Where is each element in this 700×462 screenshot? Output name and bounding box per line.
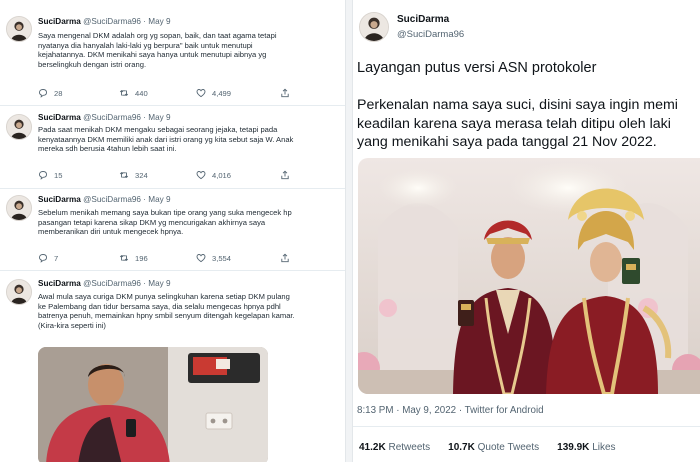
- thread-tweet-3[interactable]: SuciDarma @SuciDarma96 · May 9 Sebelum m…: [0, 189, 345, 271]
- avatar[interactable]: [6, 114, 32, 140]
- text-line: Pada saat menikah DKM mengaku sebagai se…: [38, 125, 278, 134]
- reply-count: 28: [54, 88, 63, 98]
- retweet-icon: [119, 89, 129, 97]
- like-count: 3,554: [212, 253, 232, 263]
- text-line: (Kira-kira seperti ini): [38, 320, 106, 330]
- retweet-button[interactable]: 324: [119, 170, 148, 180]
- tweet-text: Perkenalan nama saya suci, disini saya i…: [357, 96, 700, 152]
- divider: [353, 426, 700, 427]
- retweets-count: 41.2K: [359, 442, 386, 453]
- retweets-label: Retweets: [388, 442, 431, 453]
- tweet-text: Saya mengenal DKM adalah org yg sopan, b…: [38, 31, 338, 69]
- share-icon: [281, 170, 289, 180]
- text-line: batrenya penuh, memainkan hpny smbil sen…: [38, 311, 295, 321]
- author-name[interactable]: SuciDarma: [397, 14, 449, 25]
- likes-stat[interactable]: 139.9K Likes: [557, 442, 615, 453]
- share-button[interactable]: [280, 88, 290, 98]
- text-line: kejahatannya. DKM menikahi saya hanya un…: [38, 50, 267, 60]
- thread-tweet-2[interactable]: SuciDarma @SuciDarma96 · May 9 Pada saat…: [0, 106, 345, 189]
- thread-column: SuciDarma @SuciDarma96 · May 9 Saya meng…: [0, 0, 345, 462]
- text-line: nyatanya dia hanyalah laki-laki yg berpu…: [38, 40, 253, 50]
- avatar[interactable]: [6, 195, 32, 221]
- retweet-count: 196: [135, 253, 148, 263]
- retweet-icon: [119, 171, 129, 179]
- text-line: berselingkuh dengan istri orang.: [38, 59, 147, 69]
- text-line: kenyataannya DKM memiliki anak dari istr…: [38, 134, 294, 144]
- author-handle[interactable]: @SuciDarma96 · May 9: [83, 113, 170, 122]
- reply-icon: [39, 254, 47, 263]
- author-name[interactable]: SuciDarma: [38, 279, 81, 288]
- share-icon: [281, 253, 289, 263]
- reply-count: 7: [54, 253, 59, 263]
- text-line: Sebelum menikah memang saya bukan tipe o…: [38, 208, 292, 217]
- heart-icon: [196, 89, 206, 98]
- tweet-actions: 7 196 3,554: [38, 253, 338, 263]
- tweet-header: SuciDarma @SuciDarma96 · May 9: [38, 195, 171, 204]
- tweet-timestamp[interactable]: 8:13 PM · May 9, 2022 · Twitter for Andr…: [357, 405, 544, 416]
- reply-button[interactable]: 15: [38, 170, 62, 180]
- retweet-icon: [119, 254, 129, 262]
- text-line: Perkenalan nama saya suci, disini saya i…: [357, 97, 678, 113]
- share-icon: [281, 88, 289, 98]
- text-line: keadilan karena saya merasa telah ditipu…: [357, 115, 671, 132]
- main-tweet: SuciDarma @SuciDarma96 Layangan putus ve…: [353, 0, 700, 462]
- quotes-label: Quote Tweets: [477, 442, 540, 453]
- engagement-stats: 41.2K Retweets 10.7K Quote Tweets 139.9K…: [359, 442, 616, 453]
- tweet-photo[interactable]: [358, 158, 700, 394]
- text-line: memberanikan diri untuk mengecek hpnya.: [38, 227, 184, 237]
- author-handle[interactable]: @SuciDarma96 · May 9: [83, 195, 170, 204]
- reply-icon: [39, 171, 47, 180]
- column-divider: [345, 0, 353, 462]
- retweet-button[interactable]: 196: [119, 253, 148, 263]
- retweet-count: 440: [135, 88, 148, 98]
- author-name[interactable]: SuciDarma: [38, 113, 81, 122]
- like-button[interactable]: 4,016: [196, 170, 231, 180]
- tweet-header: SuciDarma @SuciDarma96 · May 9: [38, 17, 171, 26]
- quotes-count: 10.7K: [448, 442, 475, 453]
- like-count: 4,499: [212, 88, 232, 98]
- tweet-header: SuciDarma @SuciDarma96 · May 9: [38, 279, 171, 288]
- retweet-button[interactable]: 440: [119, 88, 148, 98]
- text-line: pasangan tetapi karena sikap DKM yg menc…: [38, 217, 266, 227]
- text-line: Saya mengenal DKM adalah org yg sopan, b…: [38, 31, 277, 40]
- reply-button[interactable]: 28: [38, 88, 62, 98]
- retweets-stat[interactable]: 41.2K Retweets: [359, 442, 430, 453]
- like-button[interactable]: 3,554: [196, 253, 231, 263]
- avatar[interactable]: [6, 279, 32, 305]
- retweet-count: 324: [135, 170, 148, 180]
- tweet-actions: 15 324 4,016: [38, 170, 338, 180]
- avatar[interactable]: [6, 16, 32, 42]
- tweet-actions: 28 440 4,499: [38, 88, 338, 98]
- avatar[interactable]: [359, 12, 389, 42]
- heart-icon: [196, 254, 206, 263]
- tweet-headline: Layangan putus versi ASN protokoler: [357, 60, 597, 76]
- tweet-text: Awal mula saya curiga DKM punya selingku…: [38, 292, 338, 330]
- reply-count: 15: [54, 170, 63, 180]
- like-count: 4,016: [212, 170, 232, 180]
- tweet-header: SuciDarma @SuciDarma96 · May 9: [38, 113, 171, 122]
- tweet-text: Sebelum menikah memang saya bukan tipe o…: [38, 208, 338, 237]
- like-button[interactable]: 4,499: [196, 88, 231, 98]
- quotes-stat[interactable]: 10.7K Quote Tweets: [448, 442, 539, 453]
- share-button[interactable]: [280, 253, 290, 263]
- text-line: yang menikahi saya pada tanggal 21 Nov 2…: [357, 134, 657, 150]
- share-button[interactable]: [280, 170, 290, 180]
- tweet-text: Pada saat menikah DKM mengaku sebagai se…: [38, 125, 338, 154]
- likes-label: Likes: [592, 442, 616, 453]
- author-name[interactable]: SuciDarma: [38, 195, 81, 204]
- author-handle[interactable]: @SuciDarma96 · May 9: [83, 17, 170, 26]
- text-line: mereka sdh berusia 4tahun lebih saat ini…: [38, 144, 177, 154]
- reply-icon: [39, 89, 47, 98]
- heart-icon: [196, 171, 206, 180]
- text-line: Awal mula saya curiga DKM punya selingku…: [38, 292, 290, 301]
- reply-button[interactable]: 7: [38, 253, 58, 263]
- text-line: ke Palembang dan tidur bersama saya, dia…: [38, 301, 281, 311]
- thread-tweet-1[interactable]: SuciDarma @SuciDarma96 · May 9 Saya meng…: [0, 0, 345, 106]
- author-handle[interactable]: @SuciDarma96: [397, 29, 464, 40]
- author-handle[interactable]: @SuciDarma96 · May 9: [83, 279, 170, 288]
- author-name[interactable]: SuciDarma: [38, 17, 81, 26]
- tweet-video-thumbnail[interactable]: [38, 347, 268, 462]
- likes-count: 139.9K: [557, 442, 590, 453]
